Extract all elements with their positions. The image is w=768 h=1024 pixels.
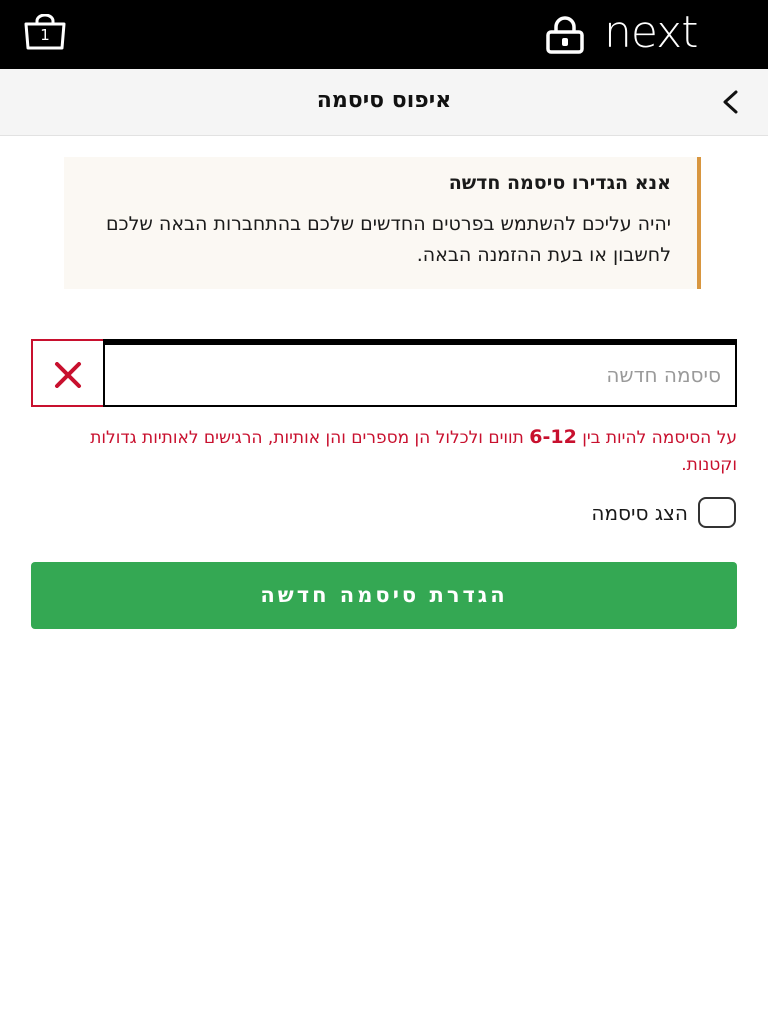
close-icon	[55, 362, 81, 388]
back-button[interactable]	[716, 87, 746, 117]
bag-count: 1	[40, 26, 50, 44]
top-bar: 1 next	[0, 0, 768, 69]
chevron-right-icon	[723, 90, 738, 114]
show-password-checkbox[interactable]	[698, 497, 736, 528]
show-password-row[interactable]: הצג סיסמה	[560, 496, 740, 532]
error-prefix: על הסיסמה להיות בין	[576, 428, 737, 448]
new-password-field	[31, 339, 737, 408]
next-logo[interactable]: next	[604, 7, 750, 58]
lock-icon	[546, 16, 584, 54]
page-title: איפוס סיסמה	[316, 88, 452, 113]
new-password-input[interactable]	[105, 345, 735, 405]
error-range: 6-12	[529, 426, 577, 448]
shopping-bag-button[interactable]: 1	[22, 13, 70, 54]
set-new-password-button[interactable]: הגדרת סיסמה חדשה	[31, 562, 737, 629]
notice-body: יהיה עליכם להשתמש בפרטים החדשים שלכם בהת…	[105, 213, 671, 266]
clear-password-button[interactable]	[31, 339, 103, 407]
notice-title: אנא הגדירו סיסמה חדשה	[448, 172, 671, 194]
new-password-box	[103, 345, 737, 407]
password-error-message: על הסיסמה להיות בין 6-12 תווים ולכלול הן…	[31, 424, 737, 479]
account-lock-button[interactable]	[545, 16, 585, 54]
svg-text:next: next	[604, 14, 697, 54]
info-notice: אנא הגדירו סיסמה חדשה יהיה עליכם להשתמש …	[64, 157, 701, 289]
page-header: איפוס סיסמה	[0, 69, 768, 136]
show-password-label: הצג סיסמה	[591, 501, 688, 525]
